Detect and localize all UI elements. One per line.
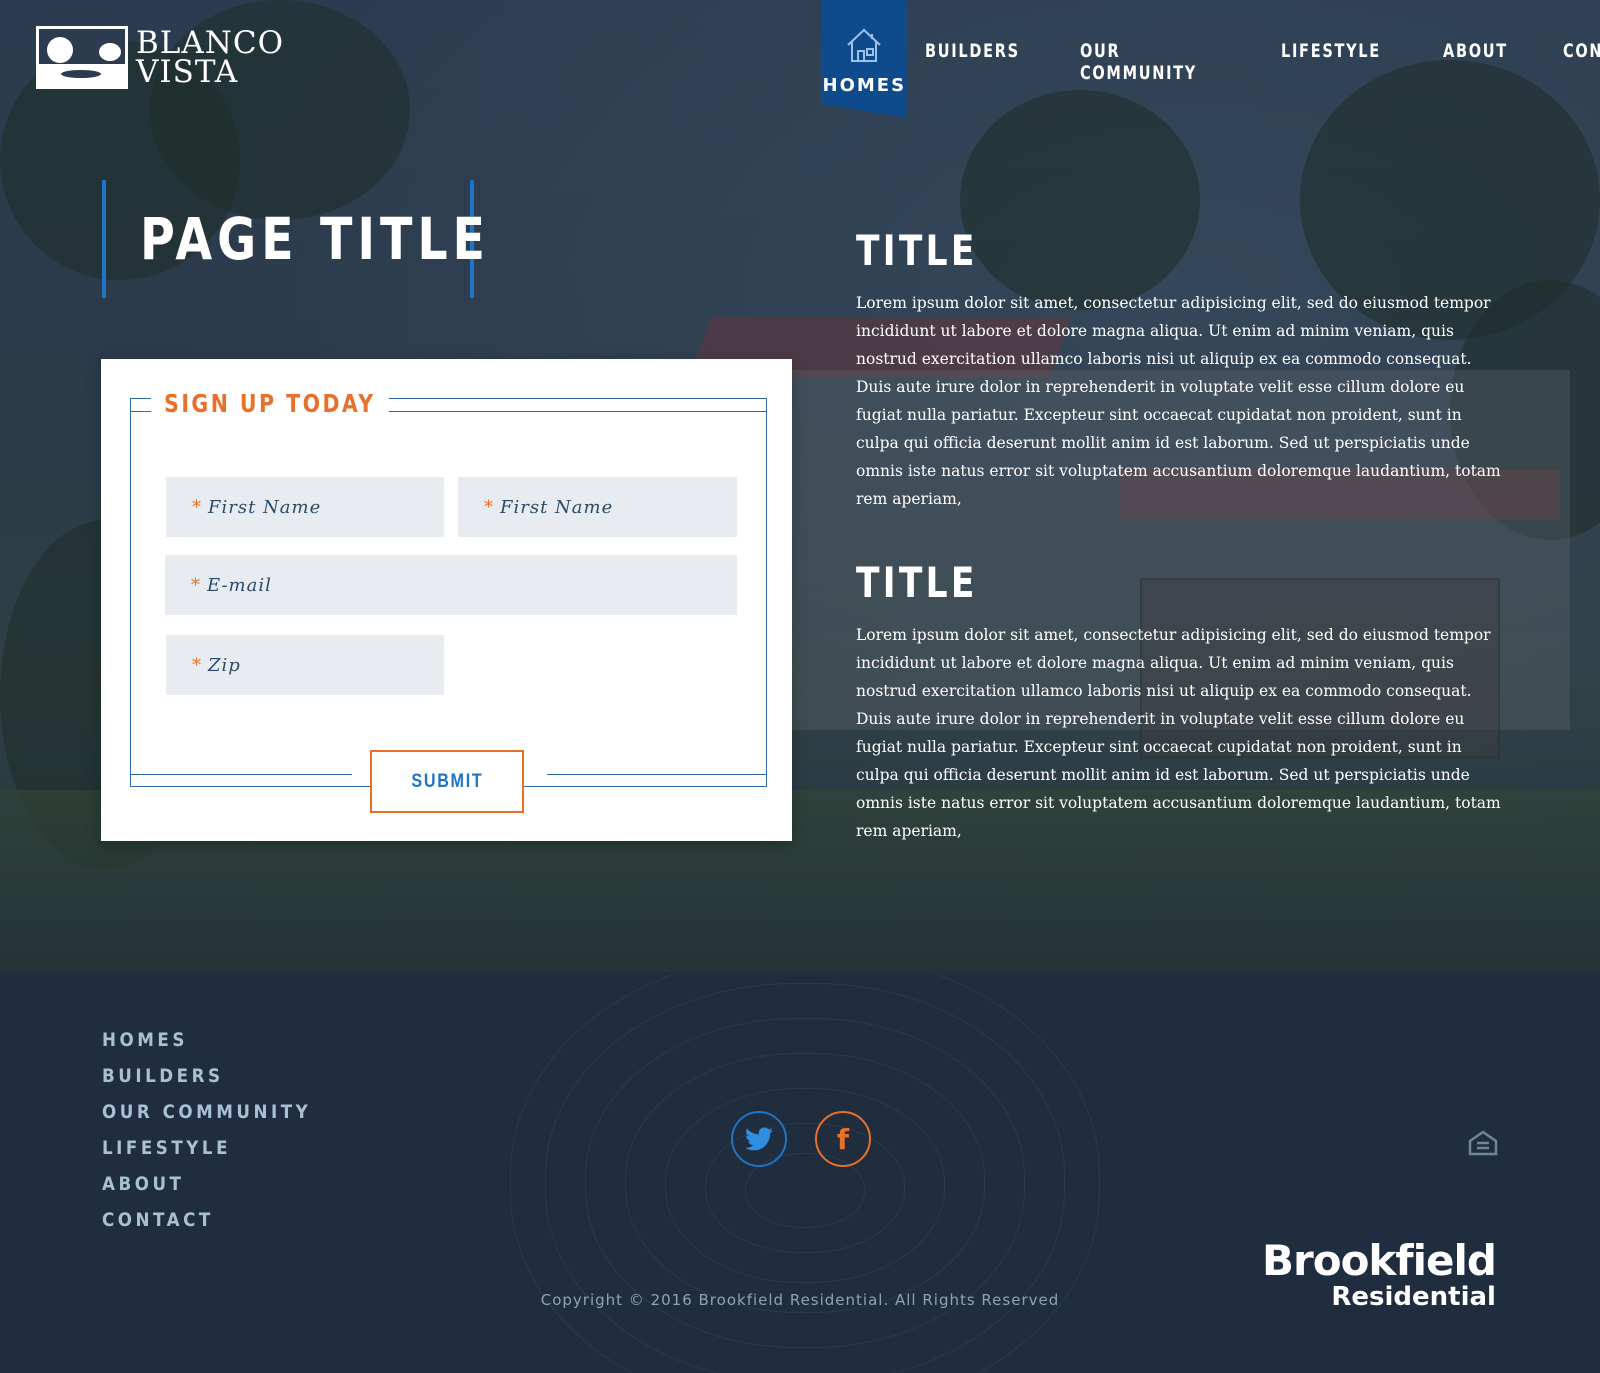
logo-badge-icon [36, 26, 128, 89]
content-section: TITLE Lorem ipsum dolor sit amet, consec… [856, 558, 1506, 845]
footer-nav-builders[interactable]: BUILDERS [102, 1065, 311, 1101]
first-name-field[interactable]: * First Name [166, 477, 444, 537]
zip-field[interactable]: * Zip [166, 635, 444, 695]
main-nav: HOMES BUILDERS OUR COMMUNITY LIFESTYLE A… [822, 0, 1600, 118]
site-logo[interactable]: BLANCO VISTA [36, 26, 284, 89]
footer-nav-about[interactable]: ABOUT [102, 1173, 311, 1209]
brand-line-1: Brookfield [1262, 1236, 1497, 1285]
footer-nav-contact[interactable]: CONTACT [102, 1209, 311, 1245]
twitter-button[interactable] [731, 1111, 787, 1167]
section-body: Lorem ipsum dolor sit amet, consectetur … [856, 626, 1501, 840]
logo-wordmark: BLANCO VISTA [136, 24, 285, 90]
brand-line-2: Residential [1331, 1282, 1496, 1312]
nav-item-label: HOMES [822, 75, 907, 96]
required-marker: * [191, 574, 201, 596]
email-placeholder: E-mail [207, 574, 272, 596]
section-title: TITLE [856, 226, 978, 275]
facebook-icon: f [836, 1122, 850, 1156]
footer-nav-lifestyle[interactable]: LIFESTYLE [102, 1137, 311, 1173]
email-field[interactable]: * E-mail [165, 555, 737, 615]
form-divider [130, 774, 352, 775]
page-title: PAGE TITLE [140, 205, 490, 273]
footer-nav: HOMES BUILDERS OUR COMMUNITY LIFESTYLE A… [102, 1029, 340, 1245]
zip-placeholder: Zip [208, 654, 241, 676]
copyright-text: Copyright © 2016 Brookfield Residential.… [540, 1291, 1060, 1309]
footer-nav-homes[interactable]: HOMES [102, 1029, 311, 1065]
submit-label: SUBMIT [410, 770, 484, 792]
nav-item-builders[interactable]: BUILDERS [925, 0, 1020, 62]
section-title: TITLE [856, 558, 978, 607]
page-title-frame: PAGE TITLE [102, 180, 485, 298]
section-body: Lorem ipsum dolor sit amet, consectetur … [856, 294, 1501, 508]
twitter-icon [745, 1127, 773, 1151]
signup-form: SIGN UP TODAY * First Name * First Name … [101, 359, 792, 841]
submit-button[interactable]: SUBMIT [370, 750, 524, 813]
footer-nav-our-community[interactable]: OUR COMMUNITY [102, 1101, 311, 1137]
required-marker: * [192, 496, 202, 518]
nav-item-about[interactable]: ABOUT [1443, 0, 1508, 62]
nav-item-lifestyle[interactable]: LIFESTYLE [1281, 0, 1381, 62]
first-name-field-2[interactable]: * First Name [458, 477, 737, 537]
equal-housing-icon [1468, 1130, 1498, 1156]
site-footer: HOMES BUILDERS OUR COMMUNITY LIFESTYLE A… [0, 973, 1600, 1373]
form-divider [547, 774, 767, 775]
brookfield-logo[interactable]: Brookfield Residential [1262, 1236, 1497, 1312]
nav-item-homes[interactable]: HOMES [822, 0, 907, 118]
first-name-placeholder: First Name [500, 496, 614, 518]
nav-item-contact[interactable]: CONTACT [1563, 0, 1600, 62]
required-marker: * [484, 496, 494, 518]
required-marker: * [192, 654, 202, 676]
first-name-placeholder: First Name [208, 496, 322, 518]
facebook-button[interactable]: f [815, 1111, 871, 1167]
content-section: TITLE Lorem ipsum dolor sit amet, consec… [856, 226, 1506, 513]
form-heading: SIGN UP TODAY [151, 389, 389, 418]
nav-item-our-community[interactable]: OUR COMMUNITY [1080, 0, 1214, 84]
house-icon [847, 28, 881, 62]
